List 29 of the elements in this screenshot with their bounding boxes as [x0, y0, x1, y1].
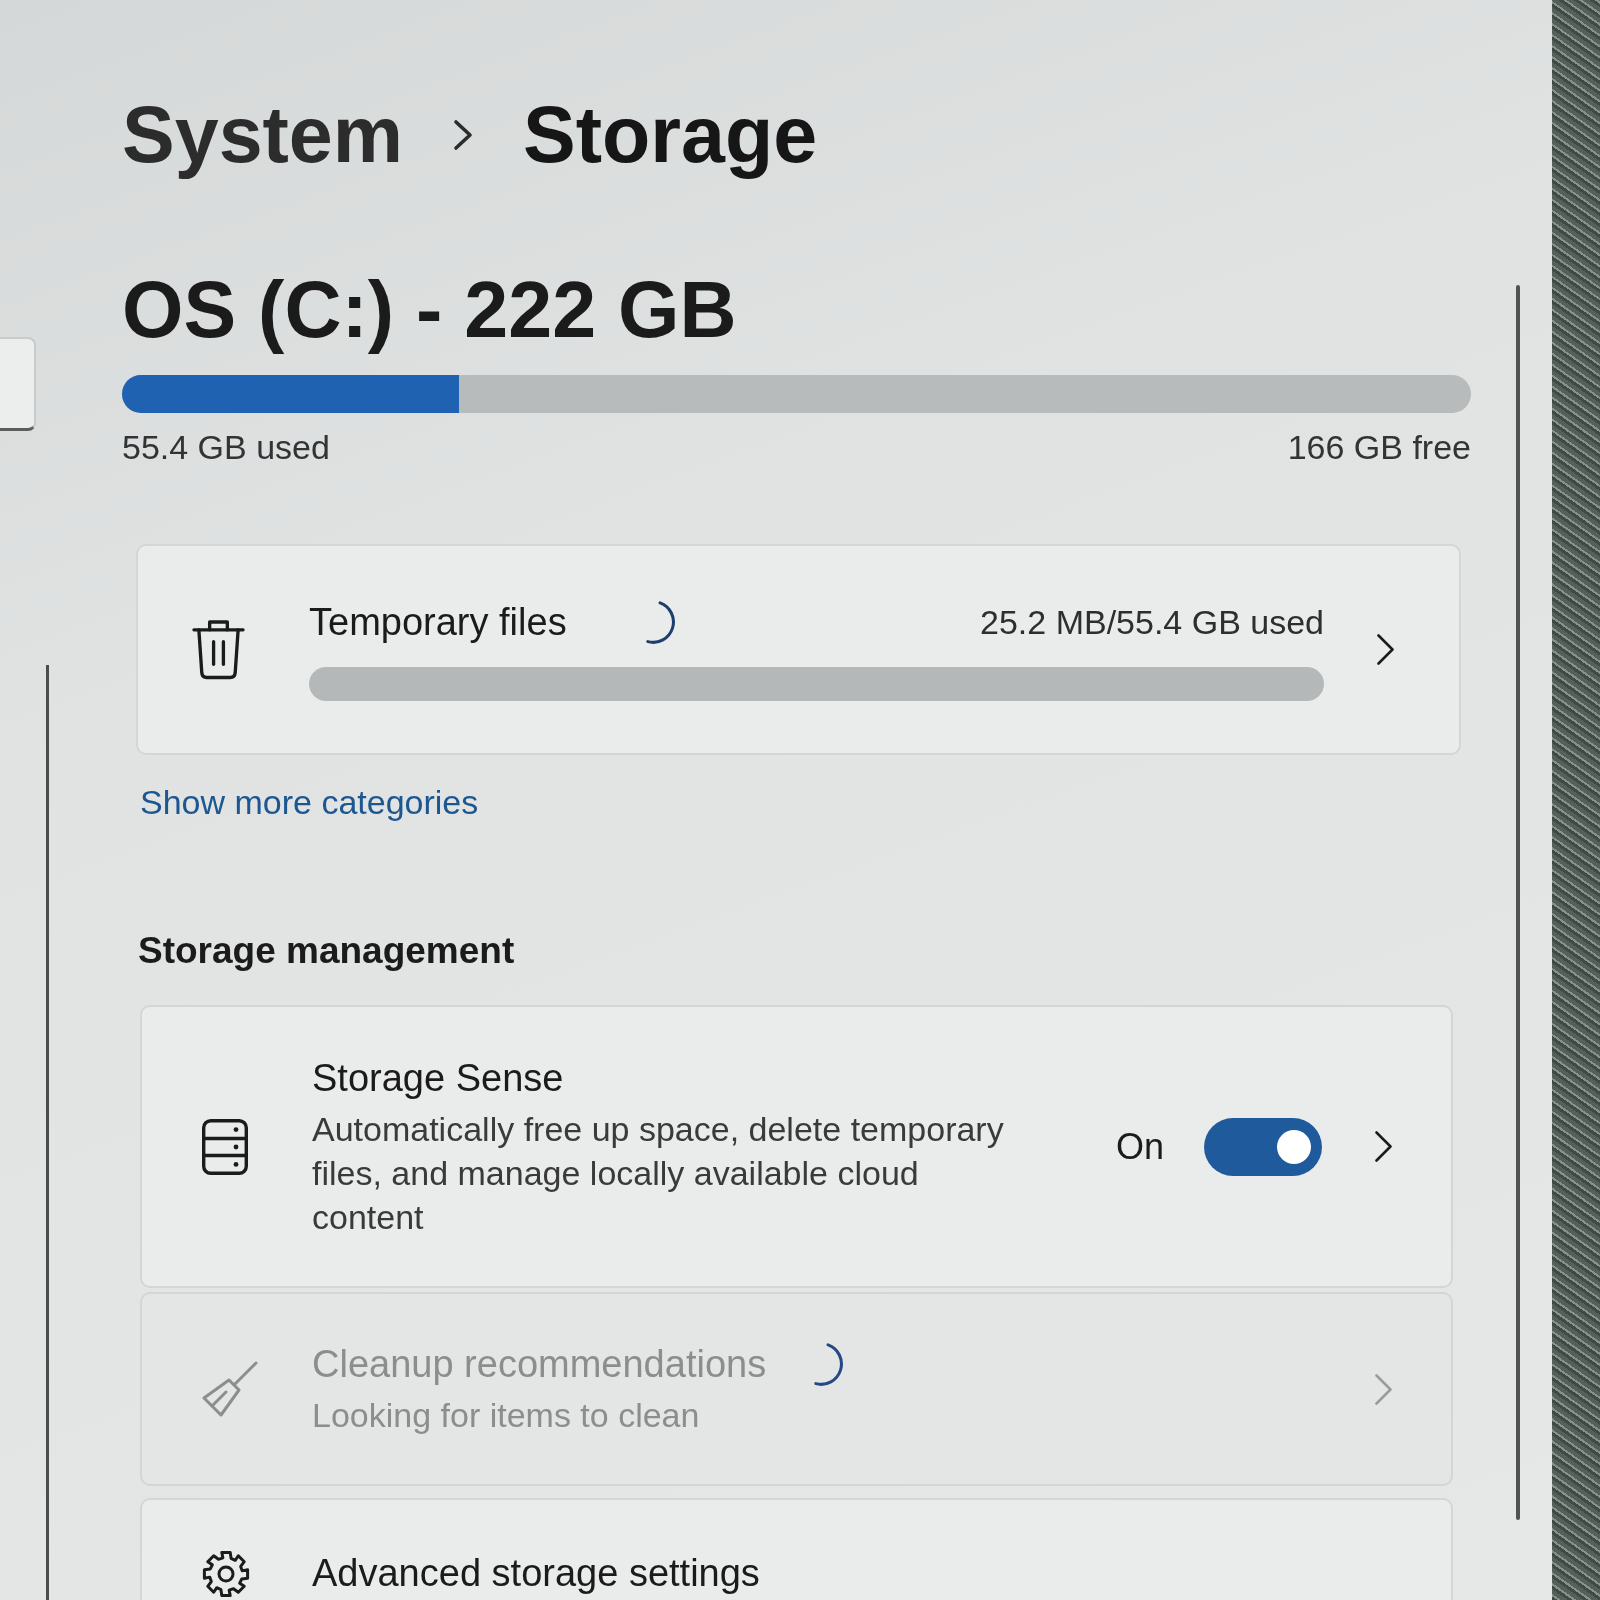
gear-icon — [202, 1550, 250, 1598]
scrollbar[interactable] — [1516, 285, 1520, 1520]
trash-icon — [192, 619, 245, 680]
category-label: Temporary files — [309, 599, 567, 645]
setting-description: Looking for items to clean — [312, 1395, 701, 1436]
drive-stack-icon — [202, 1118, 248, 1175]
setting-card[interactable]: Advanced storage settings — [140, 1498, 1453, 1600]
sidebar-item[interactable] — [0, 337, 36, 431]
toggle-switch[interactable] — [1204, 1117, 1322, 1176]
breadcrumb-link[interactable]: System — [122, 87, 404, 183]
show-more-link[interactable]: Show more categories — [140, 780, 479, 824]
category-card[interactable]: Temporary files 25.2 MB/55.4 GB used — [136, 544, 1461, 755]
drive-title: OS (C:) - 222 GB — [122, 264, 737, 356]
toggle-state-label: On — [1115, 1124, 1164, 1169]
section-heading: Storage management — [138, 929, 515, 973]
chevron-right-icon — [453, 119, 474, 151]
chevron-right-icon — [1375, 1131, 1392, 1162]
setting-title: Cleanup recommendations — [312, 1342, 767, 1387]
setting-title: Advanced storage settings — [312, 1551, 760, 1596]
setting-card[interactable]: Storage Sense Automatically free up space, delete temporary files, and manage locally available cloud content On — [140, 1005, 1453, 1288]
broom-icon — [202, 1361, 258, 1417]
chevron-right-icon — [1377, 634, 1394, 665]
used-space-label: 55.4 GB used — [122, 427, 330, 468]
page-title: Storage — [523, 89, 818, 181]
chevron-right-icon — [1375, 1373, 1392, 1405]
setting-description: Automatically free up space, delete temporary files, and manage locally available cloud content — [312, 1108, 1005, 1238]
setting-title: Storage Sense — [312, 1055, 564, 1101]
free-space-label: 166 GB free — [1287, 427, 1471, 468]
category-usage-reading: 25.2 MB/55.4 GB used — [980, 601, 1324, 643]
